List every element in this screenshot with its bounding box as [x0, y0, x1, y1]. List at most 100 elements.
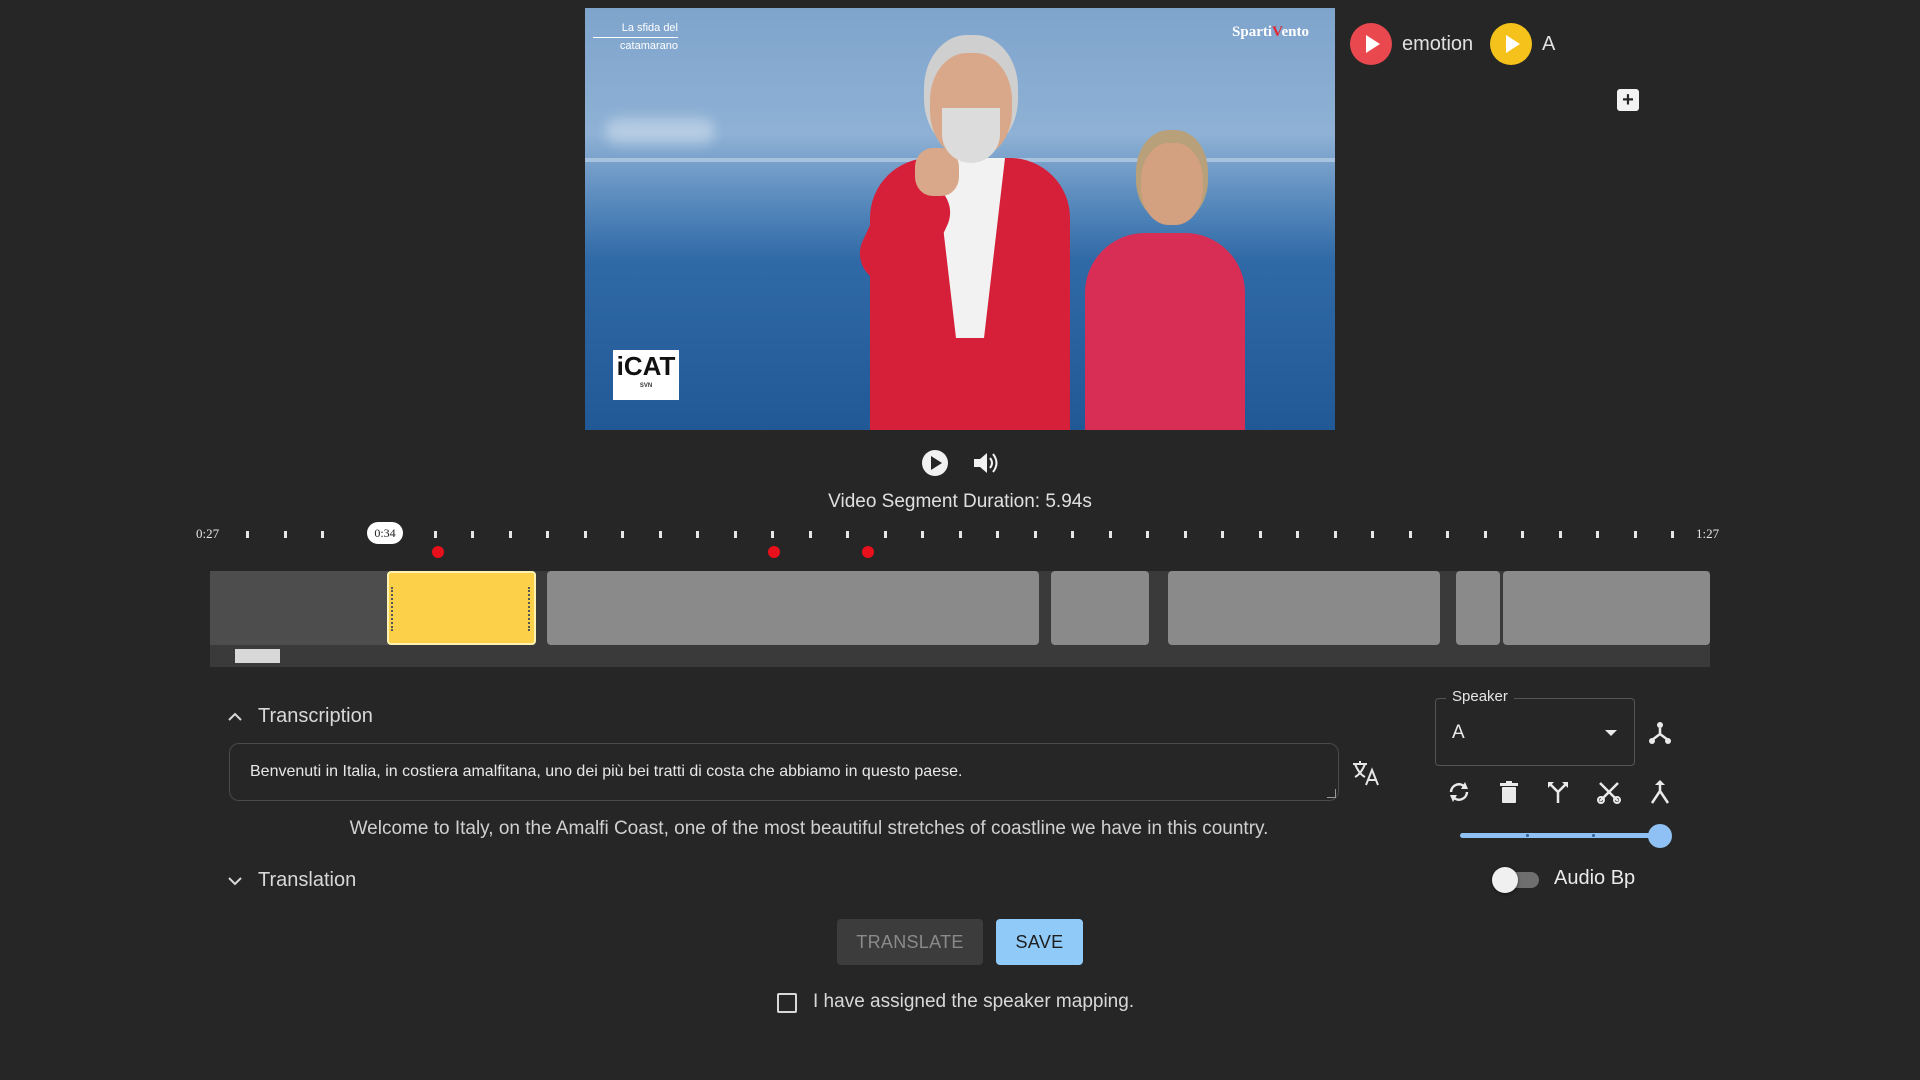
ruler-tick — [696, 531, 699, 538]
translate-icon[interactable] — [1351, 758, 1381, 788]
timeline-marker[interactable] — [768, 546, 780, 558]
emotion-label: emotion — [1402, 32, 1474, 55]
emotion-play-icon[interactable] — [1350, 23, 1392, 65]
logo-spartivento-v: V — [1272, 24, 1282, 40]
speaker-value: A — [1452, 722, 1465, 743]
ruler-tick — [1183, 531, 1187, 538]
transcription-input[interactable]: Benvenuti in Italia, in costiera amalfit… — [229, 743, 1339, 801]
segment[interactable] — [1051, 571, 1149, 645]
segment-duration: Video Segment Duration: 5.94s — [828, 491, 1092, 512]
timeline-start-time: 0:27 — [196, 526, 220, 541]
ruler-tick — [883, 531, 887, 538]
ruler-tick — [658, 531, 662, 538]
translation-header[interactable]: Translation — [226, 869, 356, 892]
ruler-tick — [733, 531, 737, 538]
logo-spartivento-b: ento — [1281, 24, 1310, 40]
timeline-past-region — [210, 571, 388, 645]
logo-icat-sub: SVN — [639, 383, 653, 389]
ruler-tick — [1408, 531, 1412, 538]
speaker-a-label: A — [1542, 32, 1556, 55]
playhead-time[interactable]: 0:34 — [367, 522, 403, 544]
ruler-tick — [771, 531, 774, 538]
ruler-tick — [1071, 531, 1074, 538]
emotion-chip-emotion[interactable]: emotion — [1350, 23, 1473, 65]
video-player[interactable]: La sfida del catamarano SpartiVento iCAT… — [585, 8, 1335, 430]
timeline-end-time: 1:27 — [1696, 526, 1720, 541]
video-person-2-head — [1141, 143, 1203, 225]
timeline-marker[interactable] — [432, 546, 444, 558]
ruler-tick — [1596, 531, 1599, 538]
ruler-tick — [1146, 531, 1149, 538]
logo-icat-text: iCAT — [616, 351, 676, 381]
ruler-tick — [996, 531, 999, 538]
speaker-a-play-icon[interactable] — [1490, 23, 1532, 65]
transcription-header[interactable]: Transcription — [226, 705, 373, 728]
slider-thumb[interactable] — [1648, 824, 1672, 848]
translation-title: Translation — [258, 869, 357, 891]
audio-bp-label: Audio Bp — [1554, 867, 1636, 889]
caret-down-icon — [1605, 730, 1617, 736]
segment[interactable] — [1456, 571, 1500, 645]
save-button[interactable]: SAVE — [996, 919, 1083, 965]
ruler-tick — [508, 531, 512, 538]
split-icon[interactable] — [1545, 779, 1571, 805]
ruler-tick — [1108, 531, 1112, 538]
ruler-tick — [621, 531, 624, 538]
ruler-tick — [1521, 531, 1524, 538]
ruler-tick — [283, 531, 287, 538]
logo-spartivento-a: Sparti — [1232, 24, 1273, 40]
english-translation: Welcome to Italy, on the Amalfi Coast, o… — [349, 818, 1269, 839]
join-icon[interactable] — [1647, 779, 1673, 805]
ruler-tick — [1633, 531, 1637, 538]
chevron-down-icon — [228, 876, 242, 885]
video-cloud — [605, 118, 715, 144]
ruler-tick — [1558, 531, 1562, 538]
add-icon[interactable]: + — [1617, 89, 1639, 111]
segment[interactable] — [1168, 571, 1440, 645]
video-logo-spartivento: SpartiVento — [1232, 24, 1309, 41]
timeline-scrollbar[interactable] — [235, 649, 280, 663]
video-person-1-beard — [942, 108, 1000, 163]
cut-off-icon[interactable] — [1596, 779, 1622, 805]
timeline-track[interactable] — [210, 571, 1710, 667]
transcription-text: Benvenuti in Italia, in costiera amalfit… — [250, 763, 963, 780]
chevron-up-icon — [228, 712, 242, 721]
slider-tick — [1526, 834, 1529, 837]
translate-button[interactable]: TRANSLATE — [837, 919, 983, 965]
ruler-tick — [1671, 531, 1674, 538]
ruler-tick — [1258, 531, 1262, 538]
logo-rule — [593, 37, 678, 38]
ruler-tick — [433, 531, 437, 538]
video-person-2 — [1085, 233, 1245, 430]
timeline-marker[interactable] — [862, 546, 874, 558]
ruler-tick — [471, 531, 474, 538]
ruler-tick — [1371, 531, 1374, 538]
volume-slider[interactable] — [1460, 833, 1660, 838]
ruler-tick — [1221, 531, 1224, 538]
emotion-chip-a[interactable]: A — [1490, 23, 1555, 65]
segment[interactable] — [1503, 571, 1710, 645]
segment-active[interactable] — [387, 571, 536, 645]
speaker-mapping-checkbox[interactable] — [777, 993, 797, 1013]
ruler-tick — [546, 531, 549, 538]
ruler-tick — [1483, 531, 1487, 538]
refresh-icon[interactable] — [1446, 779, 1472, 805]
audio-bp-toggle-knob[interactable] — [1492, 867, 1518, 893]
ruler-tick — [1296, 531, 1299, 538]
play-icon[interactable] — [922, 450, 948, 476]
speaker-mapping-label: I have assigned the speaker mapping. — [813, 991, 1135, 1012]
volume-icon[interactable] — [972, 450, 1000, 476]
ruler-tick — [921, 531, 924, 538]
merge-icon[interactable] — [1647, 720, 1673, 746]
segment[interactable] — [547, 571, 1039, 645]
resize-handle[interactable] — [1327, 789, 1336, 798]
logo-line-1: La sfida del — [621, 22, 678, 34]
ruler-tick — [846, 531, 849, 538]
trash-icon[interactable] — [1496, 779, 1522, 805]
logo-line-2: catamarano — [619, 40, 678, 52]
ruler-tick — [321, 531, 324, 538]
video-logo-sfida: La sfida del catamarano — [593, 22, 678, 53]
ruler-tick — [1446, 531, 1449, 538]
ruler-tick — [1033, 531, 1037, 538]
ruler-tick — [808, 531, 812, 538]
